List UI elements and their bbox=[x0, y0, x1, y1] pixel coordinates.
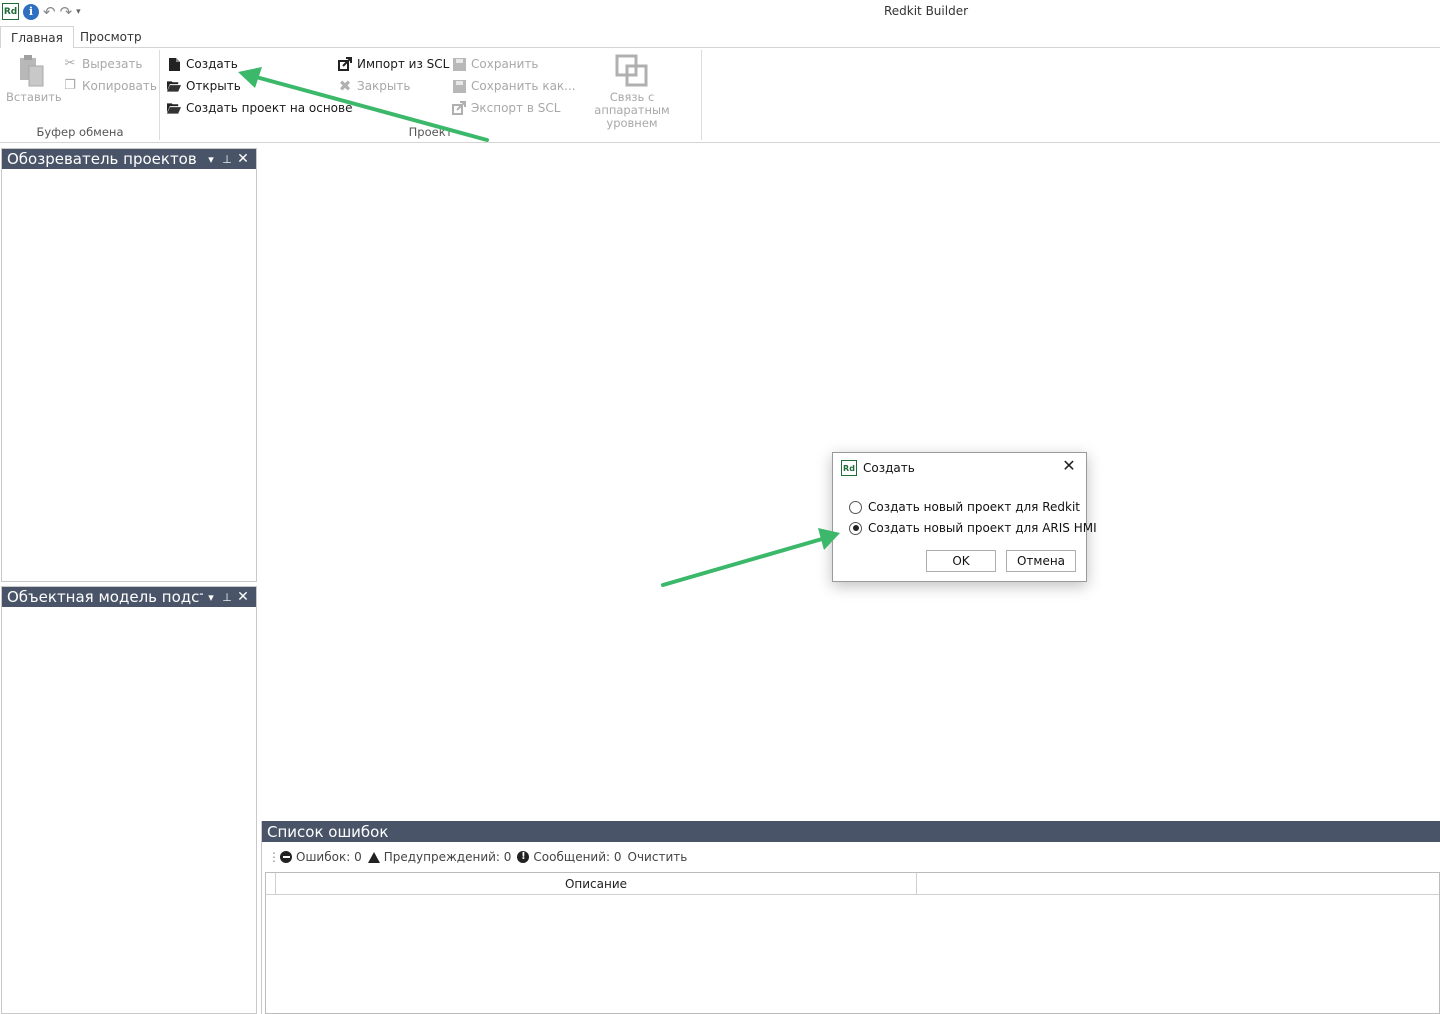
import-icon bbox=[338, 57, 352, 71]
radio-button-checked[interactable] bbox=[849, 521, 862, 535]
warning-icon bbox=[367, 851, 380, 863]
object-model-panel: Объектная модель подстанции ▾ ⊥ ✕ bbox=[1, 586, 257, 1014]
row-selector-header[interactable] bbox=[266, 873, 276, 895]
cut-button[interactable]: ✂ Вырезать bbox=[63, 56, 143, 72]
open-button[interactable]: Открыть bbox=[167, 79, 241, 93]
project-explorer-panel: Обозреватель проектов ▾ ⊥ ✕ bbox=[1, 148, 257, 582]
copy-label: Копировать bbox=[82, 79, 157, 93]
create-based-label: Создать проект на основе bbox=[186, 101, 353, 115]
paste-button[interactable]: Вставить bbox=[6, 54, 62, 104]
dialog-title-bar: Rd Создать bbox=[841, 460, 915, 476]
error-icon bbox=[280, 851, 292, 863]
pin-icon[interactable]: ⊥ bbox=[219, 153, 235, 166]
ribbon-separator bbox=[701, 50, 702, 140]
folder-template-icon bbox=[167, 101, 181, 115]
cancel-button[interactable]: Отмена bbox=[1006, 550, 1076, 572]
hardware-link-icon bbox=[615, 54, 648, 87]
create-button[interactable]: Создать bbox=[167, 57, 238, 71]
ok-button[interactable]: OK bbox=[926, 550, 996, 572]
column-header-description[interactable]: Описание bbox=[276, 873, 917, 895]
save-button[interactable]: Сохранить bbox=[452, 57, 539, 71]
warnings-filter-button[interactable]: Предупреждений: 0 bbox=[367, 850, 512, 864]
project-group-label: Проект bbox=[408, 125, 453, 139]
import-scl-label: Импорт из SCL bbox=[357, 57, 450, 71]
pin-icon[interactable]: ⊥ bbox=[219, 591, 235, 604]
save-as-button[interactable]: Сохранить как... bbox=[452, 79, 576, 93]
app-logo-icon: Rd bbox=[841, 460, 857, 476]
close-project-button[interactable]: ✖ Закрыть bbox=[338, 77, 411, 95]
project-explorer-title: Обозреватель проектов bbox=[7, 150, 197, 168]
object-model-title: Объектная модель подстанции bbox=[7, 588, 203, 606]
app-window: Rd i ↶ ↷ ▾ Redkit Builder Главная Просмо… bbox=[0, 0, 1440, 1014]
errors-filter-button[interactable]: Ошибок: 0 bbox=[280, 850, 362, 864]
warnings-count: Предупреждений: 0 bbox=[383, 850, 512, 864]
toolbar-grip-icon: ⋮ bbox=[268, 850, 280, 864]
open-label: Открыть bbox=[186, 79, 241, 93]
object-model-header: Объектная модель подстанции ▾ ⊥ ✕ bbox=[2, 587, 256, 607]
folder-open-icon bbox=[167, 79, 181, 93]
panel-menu-icon[interactable]: ▾ bbox=[203, 591, 219, 604]
paste-label: Вставить bbox=[6, 90, 62, 104]
error-grid-header: Описание bbox=[266, 873, 1439, 895]
tab-home[interactable]: Главная bbox=[0, 26, 74, 49]
export-scl-button[interactable]: Экспорт в SCL bbox=[452, 101, 560, 115]
export-scl-label: Экспорт в SCL bbox=[471, 101, 561, 115]
tab-view[interactable]: Просмотр bbox=[70, 26, 152, 49]
cut-label: Вырезать bbox=[82, 57, 143, 71]
clipboard-group-label: Буфер обмена bbox=[36, 125, 124, 139]
new-file-icon bbox=[167, 57, 181, 71]
ribbon-body: Вставить ✂ Вырезать ❐ Копировать Буфер о… bbox=[0, 48, 1440, 143]
messages-filter-button[interactable]: ! Сообщений: 0 bbox=[517, 850, 622, 864]
radio-button[interactable] bbox=[849, 500, 862, 514]
option-aris-label: Создать новый проект для ARIS HMI bbox=[868, 521, 1097, 535]
title-bar: Rd i ↶ ↷ ▾ Redkit Builder bbox=[0, 0, 1440, 24]
save-as-icon bbox=[452, 79, 466, 93]
dialog-title: Создать bbox=[863, 461, 915, 475]
close-icon[interactable]: ✕ bbox=[235, 151, 251, 167]
hardware-link-button[interactable]: Связь с аппаратным уровнем bbox=[568, 54, 696, 130]
clear-button[interactable]: Очистить bbox=[628, 850, 688, 864]
ribbon-tab-strip: Главная Просмотр bbox=[0, 24, 1440, 49]
dialog-close-icon[interactable]: ✕ bbox=[1060, 457, 1078, 475]
messages-count: Сообщений: 0 bbox=[533, 850, 622, 864]
close-icon[interactable]: ✕ bbox=[235, 589, 251, 605]
option-redkit-label: Создать новый проект для Redkit bbox=[868, 500, 1081, 514]
project-explorer-header: Обозреватель проектов ▾ ⊥ ✕ bbox=[2, 149, 256, 169]
panel-menu-icon[interactable]: ▾ bbox=[203, 153, 219, 166]
close-label: Закрыть bbox=[357, 79, 411, 93]
cut-icon: ✂ bbox=[64, 56, 76, 71]
window-title: Redkit Builder bbox=[883, 4, 969, 18]
errors-count: Ошибок: 0 bbox=[296, 850, 362, 864]
save-label: Сохранить bbox=[471, 57, 539, 71]
export-icon bbox=[452, 101, 466, 115]
error-list-header: Список ошибок bbox=[262, 821, 1440, 842]
copy-button[interactable]: ❐ Копировать bbox=[63, 78, 157, 94]
save-as-label: Сохранить как... bbox=[471, 79, 576, 93]
error-list-panel: Список ошибок ⋮ Ошибок: 0 Предупреждений… bbox=[261, 821, 1440, 1014]
paste-icon bbox=[20, 55, 44, 87]
error-list-title: Список ошибок bbox=[267, 822, 389, 841]
create-label: Создать bbox=[186, 57, 238, 71]
option-aris-radio[interactable]: Создать новый проект для ARIS HMI bbox=[849, 521, 1097, 535]
option-redkit-radio[interactable]: Создать новый проект для Redkit bbox=[849, 500, 1080, 514]
save-icon bbox=[452, 57, 466, 71]
create-based-button[interactable]: Создать проект на основе bbox=[167, 101, 352, 115]
clear-label: Очистить bbox=[627, 850, 688, 864]
import-scl-button[interactable]: Импорт из SCL bbox=[338, 57, 449, 71]
copy-icon: ❐ bbox=[64, 78, 76, 93]
create-dialog: Rd Создать ✕ Создать новый проект для Re… bbox=[832, 452, 1097, 582]
close-x-icon: ✖ bbox=[338, 77, 352, 95]
message-icon: ! bbox=[517, 851, 530, 863]
error-list-toolbar: ⋮ Ошибок: 0 Предупреждений: 0 ! Сообщени… bbox=[268, 850, 687, 864]
error-grid: Описание bbox=[265, 872, 1440, 1014]
